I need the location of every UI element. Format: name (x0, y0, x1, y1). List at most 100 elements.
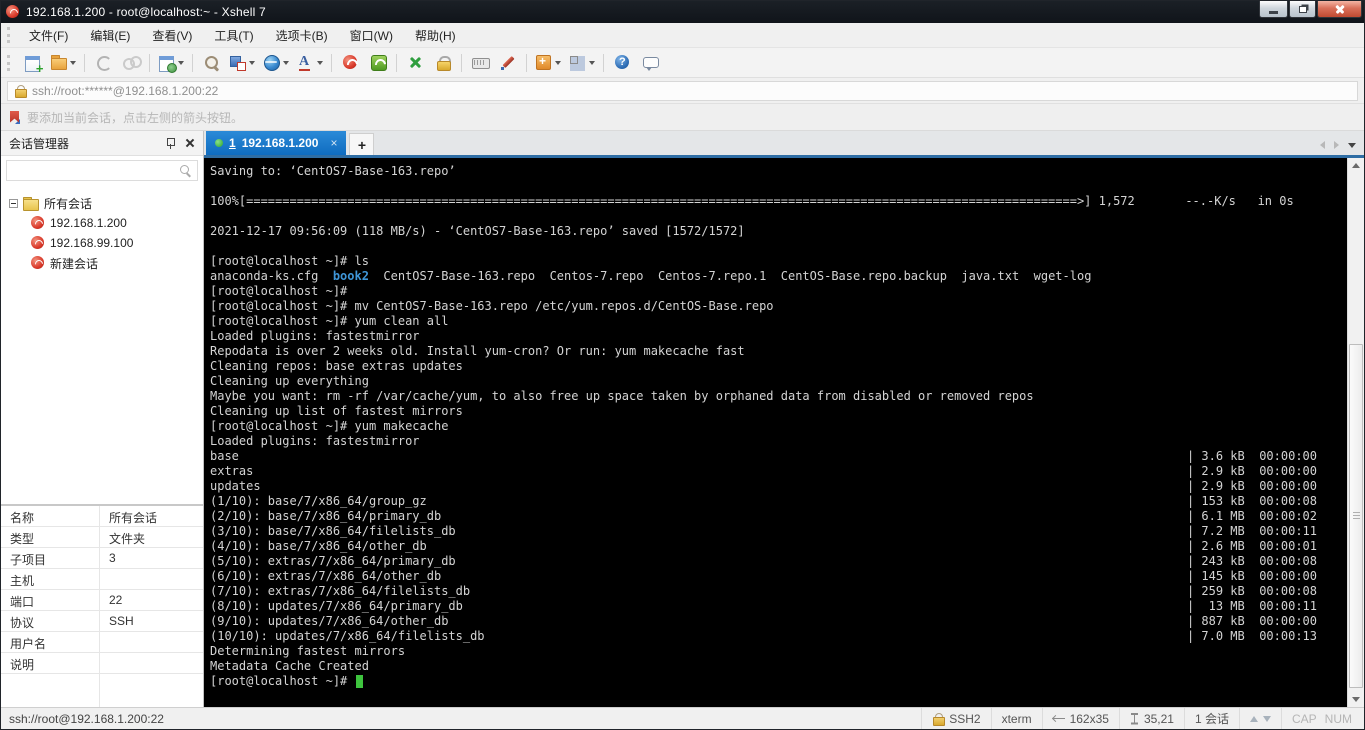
status-cell-ssh2[interactable]: SSH2 (921, 708, 990, 729)
session-properties-button[interactable] (155, 51, 187, 75)
menu-item[interactable]: 查看(V) (141, 23, 203, 48)
tab-scroll-left-icon[interactable] (1320, 141, 1325, 149)
address-input[interactable]: ssh://root:******@192.168.1.200:22 (7, 81, 1358, 101)
dropdown-caret-icon[interactable] (178, 61, 184, 65)
panel-close-icon[interactable] (185, 138, 195, 148)
xshell-app-icon (6, 5, 20, 19)
session-tree-item[interactable]: 新建会话 (1, 253, 203, 273)
status-bar: ssh://root@192.168.1.200:22 SSH2xterm162… (1, 707, 1364, 729)
dropdown-caret-icon[interactable] (283, 61, 289, 65)
window-title: 192.168.1.200 - root@localhost:~ - Xshel… (26, 5, 266, 19)
toolbar-separator (526, 54, 527, 72)
property-value (100, 632, 203, 652)
status-label: 35,21 (1144, 712, 1174, 726)
new-file-button[interactable] (532, 51, 564, 75)
status-cell-35-21[interactable]: 35,21 (1119, 708, 1184, 729)
tile-icon (569, 54, 586, 71)
terminal-line: (8/10): updates/7/x86_64/primary_db| 13 … (210, 599, 1347, 614)
tree-root-all-sessions[interactable]: 所有会话 (1, 193, 203, 213)
new-session-button[interactable] (19, 51, 45, 75)
menu-item[interactable]: 选项卡(B) (265, 23, 339, 48)
terminal-line (210, 179, 1347, 194)
feedback-button[interactable] (637, 51, 663, 75)
session-tree-item[interactable]: 192.168.1.200 (1, 213, 203, 233)
virtual-keyboard-button[interactable] (467, 51, 493, 75)
minimize-button[interactable] (1259, 1, 1288, 18)
terminal-line: anaconda-ks.cfg book2 CentOS7-Base-163.r… (210, 269, 1347, 284)
highlight-pen-button[interactable] (495, 51, 521, 75)
compose-icon (229, 54, 246, 71)
status-cell-162x35[interactable]: 162x35 (1042, 708, 1119, 729)
arrow-down-icon[interactable] (1263, 716, 1271, 722)
terminal-line: Loaded plugins: fastestmirror (210, 329, 1347, 344)
restore-button[interactable] (1289, 1, 1316, 18)
menu-item[interactable]: 工具(T) (203, 23, 264, 48)
encoding-button[interactable] (260, 51, 292, 75)
tile-windows-button[interactable] (566, 51, 598, 75)
disconnect-button[interactable] (118, 51, 144, 75)
property-row: 说明 (1, 653, 203, 674)
tab-label: 192.168.1.200 (242, 136, 319, 150)
scroll-down-arrow-icon[interactable] (1348, 692, 1364, 707)
tab-192.168.1.200[interactable]: 1 192.168.1.200 × (206, 131, 346, 155)
terminal-line: [root@localhost ~]# ls (210, 254, 1347, 269)
arrow-up-icon[interactable] (1250, 716, 1258, 722)
property-value (100, 653, 203, 673)
quick-command-bar: 要添加当前会话，点击左侧的箭头按钮。 (1, 104, 1364, 131)
terminal-line: Cleaning up list of fastest mirrors (210, 404, 1347, 419)
close-button[interactable] (1317, 1, 1362, 18)
session-tree-item[interactable]: 192.168.99.100 (1, 233, 203, 253)
status-cell-arrows[interactable] (1239, 708, 1281, 729)
toolbar-separator (396, 54, 397, 72)
toolbar-separator (331, 54, 332, 72)
drag-grip-icon[interactable] (7, 27, 10, 43)
dropdown-caret-icon[interactable] (317, 61, 323, 65)
scroll-up-arrow-icon[interactable] (1348, 158, 1364, 173)
feedback-icon (642, 54, 659, 71)
bookmark-flag-icon[interactable] (10, 111, 20, 124)
menu-item[interactable]: 编辑(E) (79, 23, 141, 48)
menu-item[interactable]: 窗口(W) (339, 23, 404, 48)
tree-expander-icon[interactable] (9, 199, 18, 208)
menu-item[interactable]: 文件(F) (18, 23, 79, 48)
property-value: 22 (100, 590, 203, 610)
tab-close-icon[interactable]: × (330, 136, 337, 150)
xftp-button[interactable] (365, 51, 391, 75)
dropdown-caret-icon[interactable] (589, 61, 595, 65)
new-tab-button[interactable]: + (349, 133, 374, 155)
key-indicator-num: NUM (1325, 712, 1352, 726)
drag-grip-icon[interactable] (7, 55, 10, 71)
fullscreen-button[interactable] (402, 51, 428, 75)
tab-bar: 1 192.168.1.200 × + (204, 131, 1364, 158)
session-tree: 所有会话 192.168.1.200192.168.99.100新建会话 (1, 185, 203, 504)
tab-scroll-right-icon[interactable] (1334, 141, 1339, 149)
scrollbar-thumb[interactable] (1349, 344, 1363, 688)
toolbar-separator (603, 54, 604, 72)
compose-pane-button[interactable] (226, 51, 258, 75)
session-search-input[interactable] (12, 164, 179, 178)
find-button[interactable] (198, 51, 224, 75)
search-icon (179, 164, 192, 177)
terminal[interactable]: Saving to: ‘CentOS7-Base-163.repo’100%[=… (204, 158, 1347, 707)
dropdown-caret-icon[interactable] (249, 61, 255, 65)
dropdown-caret-icon[interactable] (555, 61, 561, 65)
pin-icon[interactable] (165, 137, 175, 149)
menu-item[interactable]: 帮助(H) (404, 23, 467, 48)
lock-screen-button[interactable] (430, 51, 456, 75)
new-file-icon (535, 54, 552, 71)
tab-menu-icon[interactable] (1348, 143, 1356, 148)
dropdown-caret-icon[interactable] (70, 61, 76, 65)
terminal-line: (6/10): extras/7/x86_64/other_db| 145 kB… (210, 569, 1347, 584)
help-button[interactable] (609, 51, 635, 75)
session-manager-panel: 会话管理器 所有会话 192.168.1.200192.168.99.100新建… (1, 131, 204, 707)
xshell-button[interactable] (337, 51, 363, 75)
minimize-icon (1269, 11, 1278, 14)
status-cell-1-[interactable]: 1 会话 (1184, 708, 1239, 729)
open-sessions-button[interactable] (47, 51, 79, 75)
property-label: 类型 (1, 527, 100, 547)
reconnect-button[interactable] (90, 51, 116, 75)
font-button[interactable] (294, 51, 326, 75)
status-connection-url: ssh://root@192.168.1.200:22 (1, 708, 921, 729)
terminal-line: Cleaning up everything (210, 374, 1347, 389)
status-cell-xterm[interactable]: xterm (991, 708, 1042, 729)
